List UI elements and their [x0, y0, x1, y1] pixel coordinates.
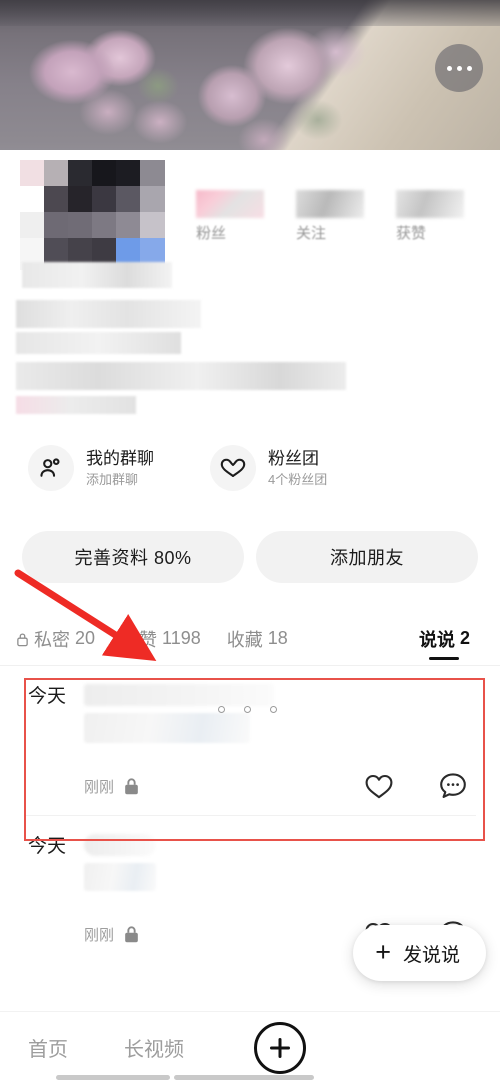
post-content-preview	[84, 834, 156, 856]
tab-count: 20	[75, 628, 96, 648]
dot-icon	[270, 706, 277, 713]
plus-icon: +	[375, 936, 391, 967]
nav-create-button[interactable]	[254, 1021, 306, 1074]
avatar[interactable]	[20, 160, 165, 270]
stat-following[interactable]: 关注	[296, 190, 396, 243]
stat-value	[396, 190, 464, 218]
status-bar-scrim	[0, 0, 500, 26]
tab-moments[interactable]: 说说 2	[419, 612, 470, 666]
profile-action-buttons: 完善资料 80% 添加朋友	[0, 531, 500, 583]
nav-item-home[interactable]: 首页	[28, 1033, 68, 1062]
stat-value	[196, 190, 264, 218]
tab-label: 收藏	[226, 629, 263, 650]
post-image-dots	[218, 706, 277, 713]
tab-favorites[interactable]: 收藏 18	[227, 612, 288, 666]
home-indicator-bar	[174, 1075, 314, 1080]
feed-post[interactable]: 今天 刚刚	[0, 666, 500, 815]
tab-private[interactable]: 私密 20	[16, 612, 95, 666]
heart-icon[interactable]	[364, 773, 394, 800]
home-indicator-bar	[56, 1075, 170, 1080]
lock-icon	[123, 777, 140, 796]
post-content-preview	[84, 863, 156, 891]
content-tabs: 私密 20 赞 1198 收藏 18 说说 2	[0, 612, 500, 666]
stat-likes[interactable]: 获赞	[396, 190, 496, 243]
stat-value	[296, 190, 364, 218]
profile-screen: All the wishes will come true	[0, 0, 500, 1083]
quick-entries: 我的群聊 添加群聊 粉丝团 4个粉丝团	[0, 437, 500, 499]
entry-title: 粉丝团	[268, 448, 319, 468]
add-friend-button[interactable]: 添加朋友	[256, 531, 478, 583]
stat-label: 粉丝	[196, 225, 227, 242]
stat-label: 关注	[296, 225, 327, 242]
tab-count: 2	[459, 628, 470, 648]
more-horizontal-icon	[466, 65, 472, 71]
entry-title: 我的群聊	[86, 448, 154, 468]
profile-bio-line	[16, 332, 181, 354]
profile-bio-line	[16, 362, 346, 390]
lock-icon	[123, 925, 140, 944]
tab-count: 18	[267, 628, 288, 648]
tab-count: 1198	[162, 628, 201, 648]
tab-likes[interactable]: 赞 1198	[121, 612, 201, 666]
fab-label: 发说说	[402, 944, 460, 966]
post-day-label: 今天	[28, 836, 67, 857]
profile-stats: 粉丝 关注 获赞	[196, 190, 496, 243]
profile-header: 粉丝 关注 获赞	[0, 150, 500, 430]
post-moment-fab[interactable]: + 发说说	[353, 925, 486, 981]
lock-icon	[16, 631, 29, 647]
home-indicator	[56, 1075, 314, 1080]
entry-my-group-chat[interactable]: 我的群聊 添加群聊	[28, 437, 154, 499]
entry-subtitle: 添加群聊	[86, 471, 139, 487]
post-content-preview	[84, 713, 250, 743]
profile-name	[22, 262, 172, 288]
more-options-button[interactable]	[435, 44, 483, 92]
entry-subtitle: 4个粉丝团	[268, 471, 328, 487]
post-timestamp: 刚刚	[84, 926, 115, 944]
tab-label: 赞	[139, 629, 158, 650]
stat-label: 获赞	[396, 225, 427, 242]
tab-label: 私密	[34, 629, 70, 650]
tab-label: 说说	[418, 629, 455, 650]
more-horizontal-icon	[446, 65, 452, 71]
post-content-preview	[84, 684, 274, 706]
stat-fans[interactable]: 粉丝	[196, 190, 296, 243]
dot-icon	[244, 706, 251, 713]
complete-profile-button[interactable]: 完善资料 80%	[22, 531, 244, 583]
people-group-icon	[28, 445, 74, 491]
post-timestamp: 刚刚	[84, 778, 115, 796]
profile-bio-line	[16, 300, 201, 328]
comment-icon[interactable]	[438, 771, 468, 801]
post-day-label: 今天	[28, 686, 67, 707]
dot-icon	[218, 706, 225, 713]
lock-icon	[121, 631, 134, 647]
heart-fanclub-icon	[210, 445, 256, 491]
bottom-navigation: 首页 长视频	[0, 1011, 500, 1083]
moments-feed: 今天 刚刚 今天 刚刚	[0, 666, 500, 963]
more-horizontal-icon	[456, 65, 462, 71]
entry-fan-club[interactable]: 粉丝团 4个粉丝团	[210, 437, 327, 499]
post-actions	[364, 771, 476, 801]
profile-bio-line	[16, 396, 136, 414]
nav-item-long-video[interactable]: 长视频	[124, 1033, 184, 1062]
